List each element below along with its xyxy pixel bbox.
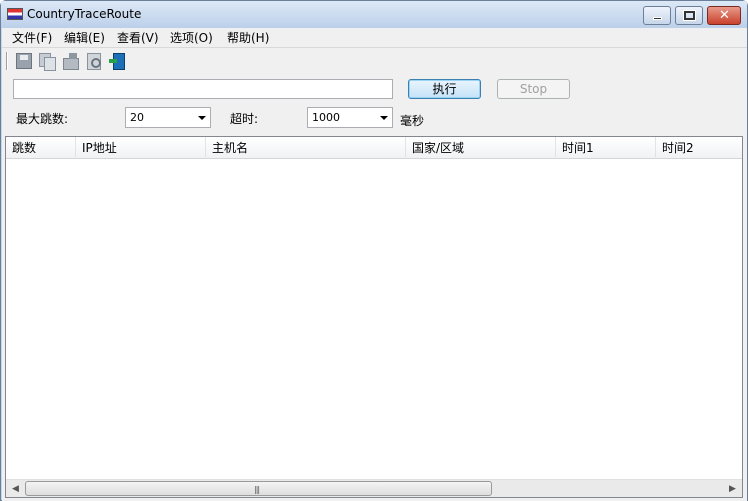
close-button[interactable]: ✕ xyxy=(707,6,741,25)
max-hops-label: 最大跳数: xyxy=(16,112,69,126)
chevron-down-icon xyxy=(380,116,388,120)
column-header-hostname[interactable]: 主机名 xyxy=(206,137,406,159)
menu-view[interactable]: 查看(V) xyxy=(117,29,159,46)
window-title: CountryTraceRoute xyxy=(27,7,142,21)
save-icon[interactable] xyxy=(16,53,32,69)
exit-icon[interactable] xyxy=(109,53,125,70)
find-icon[interactable] xyxy=(86,53,102,70)
column-header-country[interactable]: 国家/区域 xyxy=(406,137,556,159)
execute-button[interactable]: 执行 xyxy=(408,79,481,99)
app-window: CountryTraceRoute ✕ 文件(F) 编辑(E) 查看(V) 选项… xyxy=(0,0,748,501)
stop-button[interactable]: Stop xyxy=(497,79,570,99)
client-area: 文件(F) 编辑(E) 查看(V) 选项(O) 帮助(H) 执行 Stop 最大… xyxy=(2,28,747,501)
minimize-icon xyxy=(653,17,662,20)
toolbar-grip xyxy=(6,52,8,70)
scrollbar-thumb[interactable]: ||| xyxy=(25,481,492,496)
results-list[interactable]: 跳数 IP地址 主机名 国家/区域 时间1 时间2 ◀ ||| ▶ xyxy=(5,136,743,498)
column-header-hops[interactable]: 跳数 xyxy=(6,137,76,159)
scroll-left-icon[interactable]: ◀ xyxy=(7,481,24,497)
max-hops-value: 20 xyxy=(130,111,144,124)
target-host-input[interactable] xyxy=(13,79,393,99)
toolbar xyxy=(2,47,747,73)
app-icon xyxy=(7,8,23,20)
menu-help[interactable]: 帮助(H) xyxy=(227,29,269,46)
title-bar[interactable]: CountryTraceRoute ✕ xyxy=(1,1,747,28)
export-icon[interactable] xyxy=(63,53,79,70)
scroll-right-icon[interactable]: ▶ xyxy=(724,481,741,497)
timeout-label: 超时: xyxy=(230,112,259,126)
menu-file[interactable]: 文件(F) xyxy=(12,29,52,46)
column-header-time2[interactable]: 时间2 xyxy=(656,137,742,159)
chevron-down-icon xyxy=(198,116,206,120)
list-header: 跳数 IP地址 主机名 国家/区域 时间1 时间2 xyxy=(6,137,742,159)
scrollbar-grip-icon: ||| xyxy=(254,485,260,494)
maximize-button[interactable] xyxy=(675,6,703,25)
column-header-time1[interactable]: 时间1 xyxy=(556,137,656,159)
timeout-unit-label: 毫秒 xyxy=(400,114,425,128)
minimize-button[interactable] xyxy=(643,6,671,25)
column-header-ip[interactable]: IP地址 xyxy=(76,137,206,159)
maximize-icon xyxy=(683,10,696,21)
timeout-value: 1000 xyxy=(312,111,340,124)
menu-bar: 文件(F) 编辑(E) 查看(V) 选项(O) 帮助(H) xyxy=(2,28,747,46)
copy-icon[interactable] xyxy=(39,53,56,71)
max-hops-select[interactable]: 20 xyxy=(125,107,211,128)
menu-options[interactable]: 选项(O) xyxy=(170,29,213,46)
timeout-select[interactable]: 1000 xyxy=(307,107,393,128)
close-icon: ✕ xyxy=(719,8,730,23)
menu-edit[interactable]: 编辑(E) xyxy=(64,29,105,46)
horizontal-scrollbar[interactable]: ◀ ||| ▶ xyxy=(6,479,742,497)
